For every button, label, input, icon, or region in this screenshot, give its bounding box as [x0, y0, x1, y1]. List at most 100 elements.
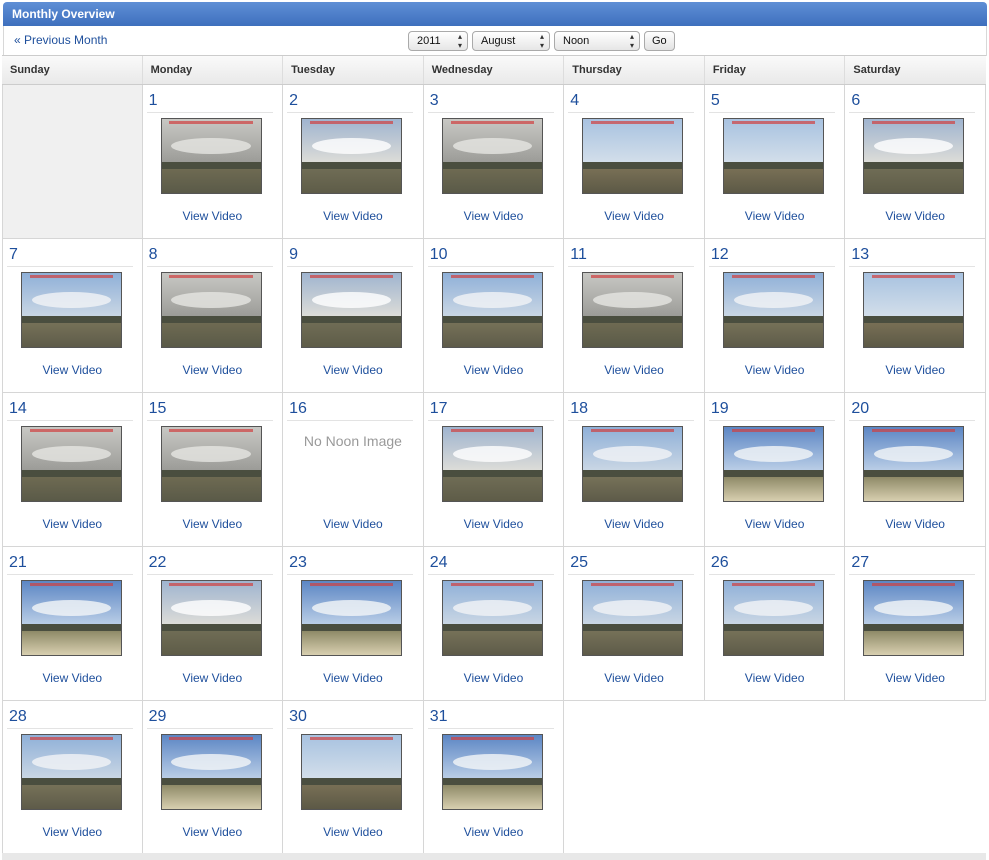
- webcam-thumbnail[interactable]: [722, 272, 824, 348]
- day-cell: 6 View Video: [845, 85, 986, 239]
- view-video-link[interactable]: View Video: [564, 671, 704, 685]
- view-video-link[interactable]: View Video: [283, 825, 423, 839]
- day-cell: 22 View Video: [142, 547, 284, 701]
- webcam-thumbnail[interactable]: [722, 580, 824, 656]
- year-select[interactable]: 2011 ▴ ▾: [408, 31, 468, 51]
- day-cell: 12 View Video: [704, 239, 846, 393]
- webcam-thumbnail[interactable]: [301, 580, 403, 656]
- day-cell: 21 View Video: [2, 547, 143, 701]
- day-cell: 29 View Video: [142, 701, 284, 855]
- day-number: 29: [146, 705, 273, 729]
- webcam-thumbnail[interactable]: [160, 580, 262, 656]
- webcam-thumbnail[interactable]: [582, 426, 684, 502]
- view-video-link[interactable]: View Video: [424, 517, 564, 531]
- webcam-thumbnail[interactable]: [301, 118, 403, 194]
- webcam-thumbnail[interactable]: [863, 272, 965, 348]
- webcam-thumbnail[interactable]: [21, 734, 122, 810]
- day-number: 9: [287, 243, 414, 267]
- webcam-thumbnail[interactable]: [722, 426, 824, 502]
- webcam-thumbnail[interactable]: [722, 118, 824, 194]
- webcam-thumbnail[interactable]: [301, 734, 403, 810]
- webcam-thumbnail[interactable]: [441, 118, 543, 194]
- webcam-thumbnail[interactable]: [301, 272, 403, 348]
- day-cell: 30 View Video: [283, 701, 424, 855]
- view-video-link[interactable]: View Video: [3, 517, 142, 531]
- day-cell: 15 View Video: [142, 393, 284, 547]
- view-video-link[interactable]: View Video: [283, 363, 423, 377]
- webcam-thumbnail[interactable]: [441, 426, 543, 502]
- day-number: 22: [146, 551, 273, 575]
- webcam-thumbnail[interactable]: [160, 426, 262, 502]
- day-number: 12: [708, 243, 835, 267]
- view-video-link[interactable]: View Video: [564, 517, 704, 531]
- previous-month-link[interactable]: « Previous Month: [14, 33, 107, 47]
- view-video-link[interactable]: View Video: [424, 363, 564, 377]
- webcam-thumbnail[interactable]: [863, 118, 965, 194]
- webcam-thumbnail[interactable]: [441, 734, 543, 810]
- view-video-link[interactable]: View Video: [424, 209, 564, 223]
- year-select-value: 2011: [417, 35, 441, 47]
- webcam-thumbnail[interactable]: [582, 272, 684, 348]
- view-video-link[interactable]: View Video: [845, 671, 985, 685]
- webcam-thumbnail[interactable]: [21, 580, 122, 656]
- view-video-link[interactable]: View Video: [143, 671, 283, 685]
- view-video-link[interactable]: View Video: [705, 209, 845, 223]
- day-cell: 28 View Video: [2, 701, 143, 855]
- webcam-thumbnail[interactable]: [441, 272, 543, 348]
- day-number: 2: [287, 89, 414, 113]
- view-video-link[interactable]: View Video: [705, 363, 845, 377]
- day-number: 8: [146, 243, 273, 267]
- day-cell: 1 View Video: [142, 85, 284, 239]
- day-number: 15: [146, 397, 273, 421]
- day-number: 30: [287, 705, 414, 729]
- view-video-link[interactable]: View Video: [283, 671, 423, 685]
- go-button[interactable]: Go: [644, 31, 675, 51]
- webcam-thumbnail[interactable]: [160, 272, 262, 348]
- view-video-link[interactable]: View Video: [3, 363, 142, 377]
- view-video-link[interactable]: View Video: [424, 671, 564, 685]
- day-cell: 20 View Video: [845, 393, 986, 547]
- webcam-thumbnail[interactable]: [160, 118, 262, 194]
- view-video-link[interactable]: View Video: [845, 209, 985, 223]
- webcam-thumbnail[interactable]: [863, 580, 965, 656]
- day-number: 21: [7, 551, 133, 575]
- day-cell: 24 View Video: [423, 547, 565, 701]
- toolbar: « Previous Month 2011 ▴ ▾ August ▴ ▾ Noon …: [3, 26, 987, 56]
- day-number: 1: [146, 89, 273, 113]
- select-arrows-icon: ▴ ▾: [457, 32, 462, 50]
- weekday-header: Friday: [705, 56, 846, 84]
- day-cell: 16 No Noon Image View Video: [283, 393, 424, 547]
- webcam-thumbnail[interactable]: [582, 118, 684, 194]
- view-video-link[interactable]: View Video: [143, 363, 283, 377]
- view-video-link[interactable]: View Video: [845, 517, 985, 531]
- view-video-link[interactable]: View Video: [3, 825, 142, 839]
- view-video-link[interactable]: View Video: [705, 671, 845, 685]
- day-number: 4: [568, 89, 695, 113]
- view-video-link[interactable]: View Video: [564, 363, 704, 377]
- day-number: 16: [287, 397, 414, 421]
- webcam-thumbnail[interactable]: [582, 580, 684, 656]
- view-video-link[interactable]: View Video: [424, 825, 564, 839]
- view-video-link[interactable]: View Video: [564, 209, 704, 223]
- day-number: 11: [568, 243, 695, 267]
- webcam-thumbnail[interactable]: [441, 580, 543, 656]
- view-video-link[interactable]: View Video: [845, 363, 985, 377]
- day-number: 24: [427, 551, 554, 575]
- webcam-thumbnail[interactable]: [863, 426, 965, 502]
- view-video-link[interactable]: View Video: [143, 209, 283, 223]
- view-video-link[interactable]: View Video: [283, 517, 423, 531]
- day-cell: 25 View Video: [564, 547, 705, 701]
- time-select[interactable]: Noon ▴ ▾: [554, 31, 640, 51]
- month-select[interactable]: August ▴ ▾: [472, 31, 550, 51]
- day-number: 31: [427, 705, 554, 729]
- view-video-link[interactable]: View Video: [3, 671, 142, 685]
- view-video-link[interactable]: View Video: [705, 517, 845, 531]
- webcam-thumbnail[interactable]: [21, 272, 122, 348]
- webcam-thumbnail[interactable]: [21, 426, 122, 502]
- view-video-link[interactable]: View Video: [143, 517, 283, 531]
- time-select-value: Noon: [563, 35, 590, 47]
- view-video-link[interactable]: View Video: [143, 825, 283, 839]
- day-cell: 14 View Video: [2, 393, 143, 547]
- webcam-thumbnail[interactable]: [160, 734, 262, 810]
- view-video-link[interactable]: View Video: [283, 209, 423, 223]
